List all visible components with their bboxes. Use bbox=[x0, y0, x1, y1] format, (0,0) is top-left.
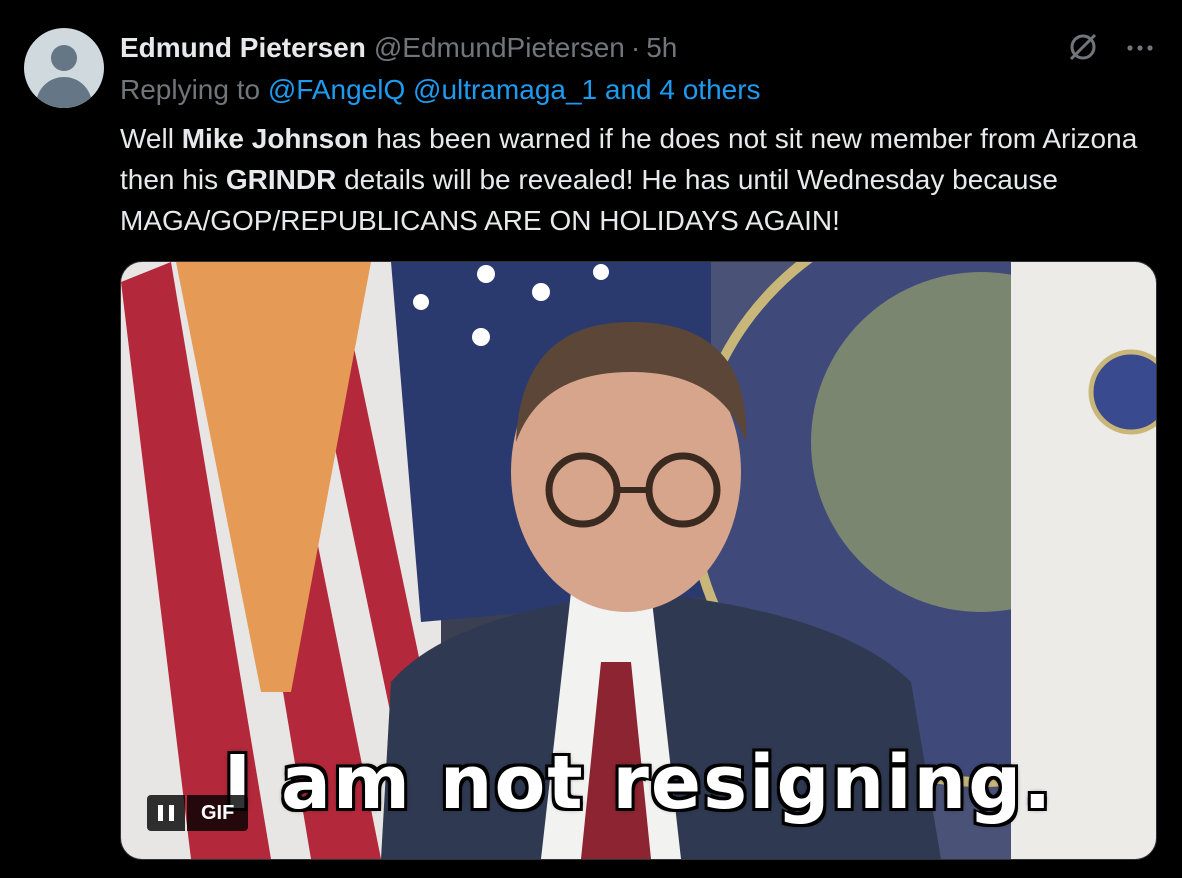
avatar-shoulders-shape bbox=[36, 77, 92, 108]
gif-badge: GIF bbox=[187, 795, 249, 831]
grok-icon[interactable] bbox=[1066, 30, 1100, 64]
tweet-text-bold-name: Mike Johnson bbox=[181, 123, 369, 154]
caption-layer: I am not resigning. GIF bbox=[121, 262, 1156, 859]
author-name[interactable]: Edmund Pietersen bbox=[120, 32, 366, 64]
reply-mention-ultramaga[interactable]: @ultramaga_1 bbox=[413, 74, 597, 105]
more-icon[interactable] bbox=[1124, 38, 1156, 58]
tweet-header: Edmund Pietersen @EdmundPietersen · 5h bbox=[120, 30, 677, 66]
replying-prefix: Replying to bbox=[120, 74, 261, 105]
tweet-time[interactable]: 5h bbox=[646, 32, 677, 64]
gif-caption: I am not resigning. bbox=[223, 740, 1054, 826]
reply-mention-fangelq[interactable]: @FAngelQ bbox=[268, 74, 405, 105]
pause-icon[interactable] bbox=[147, 795, 185, 831]
author-handle[interactable]: @EdmundPietersen bbox=[374, 32, 625, 64]
header-separator: · bbox=[630, 32, 641, 63]
tweet-text-bold-app: GRINDR bbox=[225, 164, 337, 195]
tweet-text: Well Mike Johnson has been warned if he … bbox=[120, 118, 1160, 241]
avatar[interactable] bbox=[24, 28, 104, 108]
tweet-text-part-1: Well bbox=[120, 123, 182, 154]
gif-media[interactable]: I am not resigning. GIF bbox=[120, 261, 1157, 860]
reply-others-link[interactable]: and 4 others bbox=[605, 74, 761, 105]
gif-controls: GIF bbox=[147, 795, 249, 831]
avatar-head-shape bbox=[51, 45, 77, 71]
replying-to: Replying to @FAngelQ @ultramaga_1 and 4 … bbox=[120, 74, 761, 106]
